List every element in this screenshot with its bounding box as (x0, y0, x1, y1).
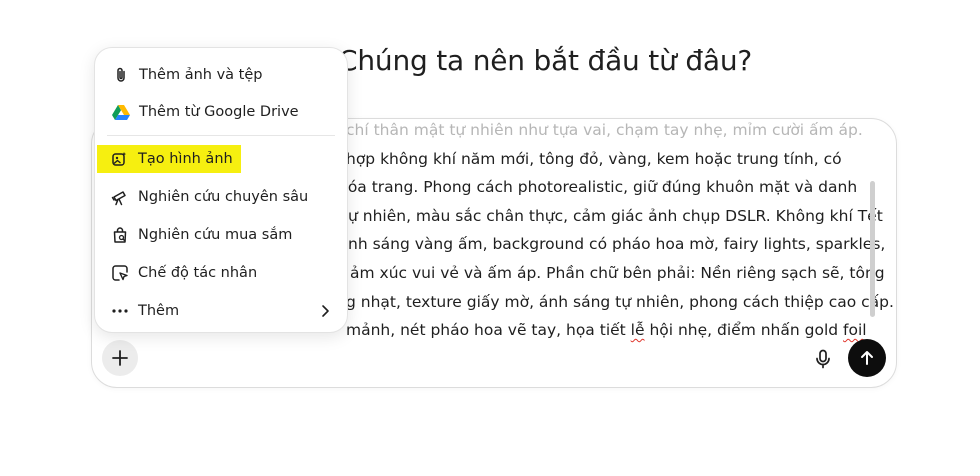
spellcheck-underline[interactable]: lễ (631, 321, 645, 339)
add-attachment-button[interactable] (102, 340, 138, 376)
menu-item-agent-mode[interactable]: Chế độ tác nhân (102, 255, 340, 291)
menu-item-label: Nghiên cứu mua sắm (138, 227, 293, 243)
prompt-line: g nhạt, texture giấy mờ, ánh sáng tự nhi… (346, 292, 894, 311)
menu-item-add-photos-files[interactable]: Thêm ảnh và tệp (103, 57, 341, 93)
menu-item-label: Nghiên cứu chuyên sâu (138, 189, 309, 205)
prompt-line: nh sáng vàng ấm, background có pháo hoa … (348, 235, 886, 254)
menu-item-label: Thêm (138, 303, 180, 319)
paperclip-icon (111, 65, 131, 85)
plus-icon (112, 350, 128, 366)
cursor-agent-icon (110, 263, 130, 283)
send-button[interactable] (848, 339, 886, 377)
shopping-bag-icon (110, 225, 130, 245)
spellcheck-underline[interactable]: foil (843, 321, 867, 339)
google-drive-icon (111, 102, 131, 122)
menu-item-deep-research[interactable]: Nghiên cứu chuyên sâu (102, 179, 340, 215)
prompt-line: ảm xúc vui vẻ và ấm áp. Phần chữ bên phả… (350, 263, 885, 282)
menu-item-label: Thêm từ Google Drive (139, 104, 299, 120)
more-dots-icon (110, 301, 130, 321)
menu-item-label: Chế độ tác nhân (138, 265, 258, 281)
microphone-icon (816, 349, 830, 369)
image-create-icon (110, 149, 130, 169)
menu-item-label: Thêm ảnh và tệp (139, 67, 263, 83)
menu-item-google-drive[interactable]: Thêm từ Google Drive (103, 94, 341, 130)
telescope-icon (110, 187, 130, 207)
prompt-line: ự nhiên, màu sắc chân thực, cảm giác ảnh… (348, 206, 883, 225)
prompt-line: hóa trang. Phong cách photorealistic, gi… (338, 178, 858, 197)
menu-item-shopping-research[interactable]: Nghiên cứu mua sắm (102, 217, 340, 253)
page-heading: Chúng ta nên bắt đầu từ đâu? (338, 44, 753, 77)
voice-input-button[interactable] (808, 344, 838, 374)
scrollbar-thumb[interactable] (870, 181, 875, 317)
menu-item-more[interactable]: Thêm (102, 293, 340, 329)
prompt-line-text: mảnh, nét pháo hoa vẽ tay, họa tiết lễ h… (346, 321, 867, 340)
prompt-line: mảnh, nét pháo hoa vẽ tay, họa tiết lễ h… (346, 316, 872, 345)
prompt-line: chí thân mật tự nhiên như tựa vai, chạm … (346, 121, 863, 139)
menu-item-create-image[interactable]: Tạo hình ảnh (102, 141, 340, 177)
arrow-up-icon (861, 351, 873, 365)
prompt-line: hợp không khí năm mới, tông đỏ, vàng, ke… (346, 149, 842, 168)
menu-divider (107, 135, 335, 136)
chevron-right-icon (320, 303, 330, 322)
menu-item-label: Tạo hình ảnh (138, 151, 233, 167)
